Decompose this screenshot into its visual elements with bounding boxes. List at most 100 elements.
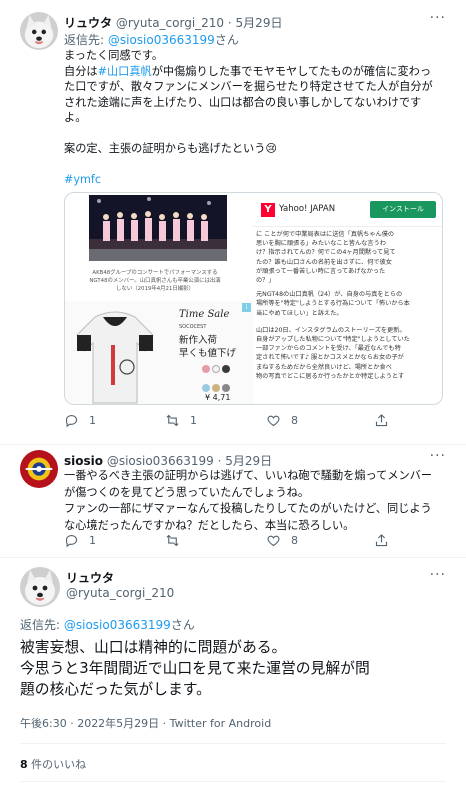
display-name[interactable]: siosio (64, 454, 103, 468)
tweet-header: リュウタ @ryuta_corgi_210 · 5月29日 (64, 14, 282, 31)
article-line: 元NGT48の山口真帆（24）が、自身の与真をとらの (256, 291, 403, 299)
reply-to-line: 返信先: @siosio03663199さん (64, 31, 239, 48)
tweet-line: 題の核心だった気がします。 (20, 681, 211, 698)
shirt-ad: i Time Sale SOCOCEST 新作入荷 早くも値下げ ¥ 4,71 (65, 301, 253, 404)
article-line: 山口は20日、インスタグラムのストーリーズを更新。 (256, 326, 406, 334)
display-name[interactable]: リュウタ (64, 16, 112, 30)
reply-button[interactable]: 1 (64, 413, 96, 428)
siosio-avatar-image (20, 450, 58, 488)
yahoo-ad-banner: Y Yahoo! JAPAN インストール (253, 193, 442, 227)
article-line: が頑張って一番苦しい時に言ってあげなかった (256, 267, 386, 275)
tweet-text-part: 自分は (64, 64, 98, 78)
reply-prefix: 返信先: (64, 33, 105, 47)
retweet-count: 1 (190, 414, 197, 427)
sale-text: 早くも値下げ (179, 348, 237, 359)
tweet-line: が傷つくのを見てどう思っていたんでしょうね。 (64, 485, 310, 499)
more-icon[interactable]: ··· (430, 10, 446, 26)
caption-line: AKB48グループのコンサートでパフォーマンスする (92, 270, 218, 276)
avatar[interactable] (20, 450, 58, 488)
more-icon[interactable]: ··· (430, 567, 446, 583)
caption-line: NGT48のメンバー。山口真帆さんも卒業公演には出演 (89, 278, 221, 284)
reply-count: 1 (89, 414, 96, 427)
retweet-button[interactable] (165, 533, 190, 548)
image-caption: AKB48グループのコンサートでパフォーマンスする NGT48のメンバー。山口真… (75, 269, 235, 293)
retweet-icon (166, 534, 179, 547)
reply-to-handle[interactable]: @siosio03663199 (64, 618, 171, 632)
tweet-timestamp[interactable]: 午後6:30 · 2022年5月29日 · Twitter for Androi… (20, 715, 271, 731)
likes-count: 8 (20, 758, 28, 771)
handle[interactable]: @ryuta_corgi_210 (116, 16, 224, 30)
tweet-date[interactable]: 5月29日 (236, 16, 283, 30)
tweet-line: 被害妄想、山口は精神的に問題がある。 (20, 639, 287, 656)
reply-suffix: さん (214, 33, 239, 47)
retweet-icon (166, 414, 179, 427)
article-line: たの？誰も山口さんの名前を出さずに、何で彼女 (256, 258, 392, 266)
color-swatches (201, 359, 241, 397)
corgi-avatar-image (20, 567, 60, 607)
tweet-line: 案の定、主張の証明からも逃げたという😢 (64, 142, 278, 155)
avatar[interactable] (20, 12, 58, 50)
likes-summary[interactable]: 8 件のいいね (20, 756, 86, 772)
article-line: 場所等を"特定"しようとする行為について「怖いから本 (256, 300, 410, 308)
tweet-text-part: が中傷煽りした事でモヤモヤしてたものが確信に変わっ (151, 64, 432, 78)
tweet-line: よ。 (64, 111, 87, 124)
hashtag-link[interactable]: #ymfc (64, 172, 444, 188)
share-button[interactable] (374, 413, 389, 428)
corgi-avatar-image (20, 12, 58, 50)
share-button[interactable] (374, 533, 389, 548)
article-line: 当にやめてほしい」と訴えた。 (256, 309, 343, 317)
hoodie-image (76, 311, 154, 404)
ad-brand: Yahoo! JAPAN (279, 204, 336, 214)
reply-tweet-ryuta[interactable]: リュウタ @ryuta_corgi_210 · 5月29日 ··· 返信先: @… (0, 0, 466, 445)
like-button[interactable]: 8 (266, 533, 298, 548)
divider (20, 781, 446, 782)
reply-icon (65, 414, 78, 428)
like-button[interactable]: 8 (266, 413, 298, 428)
tweet-date[interactable]: 5月29日 (225, 454, 272, 468)
like-count: 8 (291, 534, 298, 547)
article-line: 自身がアップした私物について"特定"しようとしていた (256, 336, 410, 344)
sale-title: Time Sale (179, 309, 230, 320)
sale-text: 新作入荷 (179, 335, 218, 346)
tweet-text: まったく同感です。 自分は#山口真帆が中傷煽りした事でモヤモヤしてたものが確信に… (64, 48, 444, 188)
avatar[interactable] (20, 567, 60, 607)
tweet-line: 一番やるべき主張の証明からは逃げて、いいね砲で騒動を煽ってメンバー (64, 469, 433, 482)
article-line: 一部ファンからのコメントを受け、「最近なんでも特 (256, 345, 401, 353)
more-icon[interactable]: ··· (430, 448, 446, 464)
tweet-line: ファンの一部にザマァーなんて投稿したりしてたのがいたけど、同じよう (64, 502, 432, 515)
display-name[interactable]: リュウタ (66, 569, 114, 586)
tweet-line: された途端に声を上げたり、山口は都合の良い事しかしてないわけです (64, 95, 422, 109)
tweet-header: siosio @siosio03663199 · 5月29日 (64, 452, 272, 469)
reply-button[interactable]: 1 (64, 533, 96, 548)
reply-tweet-siosio[interactable]: siosio @siosio03663199 · 5月29日 ··· 一番やるべ… (0, 445, 466, 558)
reply-prefix: 返信先: (20, 618, 61, 632)
like-icon (267, 535, 280, 547)
tweet-line: た口ですが、散々ファンにメンバーを掘らせたり特定させてた人が自分が (64, 80, 433, 93)
attached-image[interactable]: AKB48グループのコンサートでパフォーマンスする NGT48のメンバー。山口真… (64, 192, 443, 405)
article-line: 物の写真でどこに居るか行ったかとか特定しようとす (256, 372, 405, 380)
handle[interactable]: @ryuta_corgi_210 (66, 586, 174, 600)
tweet-text: 被害妄想、山口は精神的に問題がある。 今思うと3年間間近で山口を見て来た運営の見… (20, 637, 370, 700)
like-icon (267, 415, 280, 427)
reply-icon (65, 534, 78, 548)
tweet-text: 一番やるべき主張の証明からは逃げて、いいね砲で騒動を煽ってメンバー が傷つくのを… (64, 468, 449, 534)
sale-brand: SOCOCEST (179, 324, 207, 330)
handle[interactable]: @siosio03663199 (107, 454, 214, 468)
retweet-button[interactable]: 1 (165, 413, 197, 428)
article-line: まねするためだから全然良いけど、場所とか食べ (256, 363, 392, 371)
tweet-line: まったく同感です。 (64, 49, 164, 62)
reply-count: 1 (89, 534, 96, 547)
tweet-line: な心境だったんですかね？だとしたら、本当に恐ろしい。 (64, 518, 355, 532)
article-paragraph: に ことが何で中業局表はに送信「真帆ちゃん僕の 思いを胸に頑張る」みたいなこと皆ん… (256, 230, 442, 285)
article-line: 定されて怖いです♪ 服とかコスメとかならお女の子が (256, 354, 404, 362)
install-button[interactable]: インストール (370, 201, 436, 218)
tweet-line: 今思うと3年間間近で山口を見て来た運営の見解が問 (20, 660, 370, 677)
reply-suffix: さん (170, 618, 195, 632)
article-paragraph: 山口は20日、インスタグラムのストーリーズを更新。 自身がアップした私物について"… (256, 326, 442, 381)
sale-price: ¥ 4,71 (205, 393, 231, 402)
hashtag-link[interactable]: #山口真帆 (98, 65, 152, 78)
likes-label: 件のいいね (31, 758, 87, 771)
reply-to-line: 返信先: @siosio03663199さん (20, 616, 195, 633)
divider (20, 743, 446, 744)
reply-to-handle[interactable]: @siosio03663199 (108, 33, 215, 47)
